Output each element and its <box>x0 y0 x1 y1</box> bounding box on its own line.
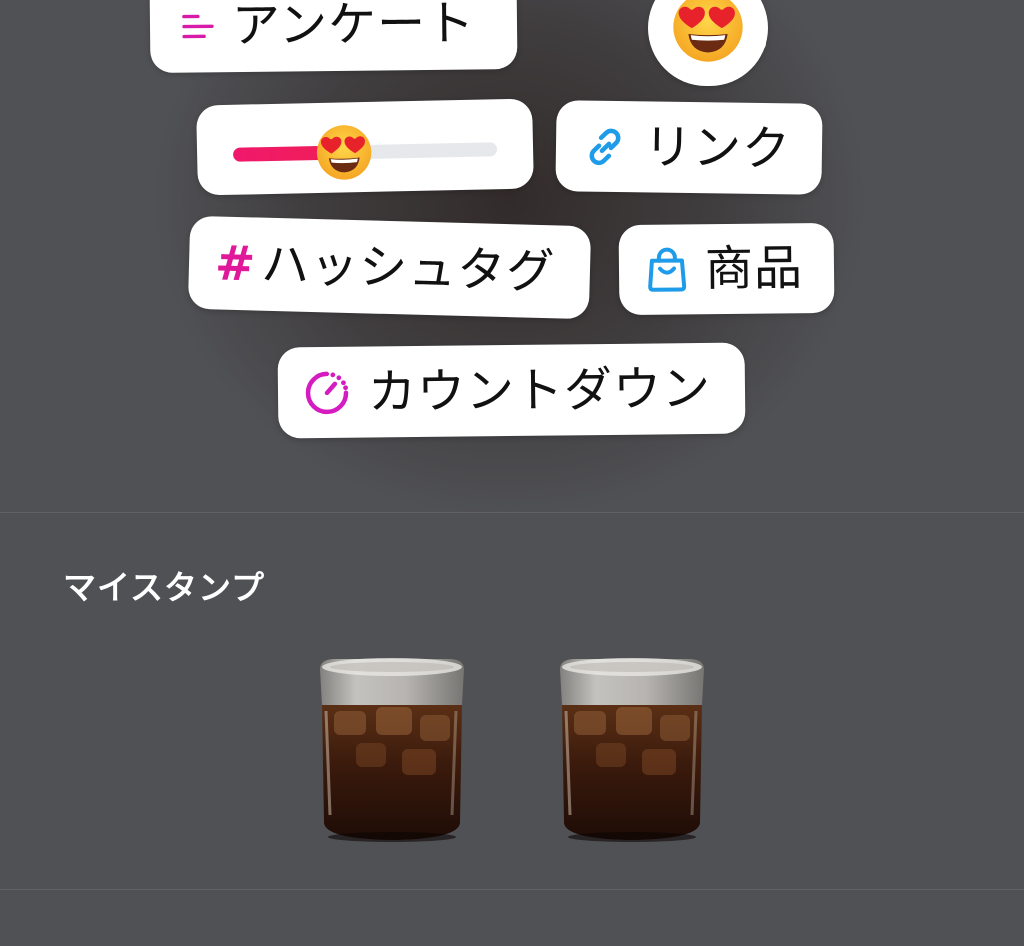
product-sticker[interactable]: 商品 <box>618 222 835 316</box>
shopping-bag-icon <box>645 246 689 292</box>
countdown-sticker[interactable]: カウントダウン <box>277 342 746 439</box>
heart-eyes-emoji-icon[interactable] <box>314 123 373 182</box>
section-divider <box>0 512 1024 513</box>
countdown-sticker-label: カウントダウン <box>367 360 712 421</box>
iced-coffee-glass-sticker[interactable] <box>556 655 708 845</box>
poll-lines-icon <box>180 8 216 44</box>
link-sticker[interactable]: リンク <box>555 100 823 195</box>
countdown-timer-icon <box>302 367 353 418</box>
my-stamps-heading: マイスタンプ <box>63 568 266 607</box>
hashtag-sticker[interactable]: # ハッシュタグ <box>187 215 592 320</box>
poll-sticker[interactable]: アンケート <box>149 0 518 73</box>
link-icon <box>582 123 629 170</box>
section-divider <box>0 889 1024 890</box>
emoji-slider-sticker[interactable] <box>196 98 534 196</box>
emoji-question-sticker[interactable] <box>648 0 768 86</box>
slider-track <box>232 142 498 162</box>
heart-eyes-emoji-icon <box>671 0 745 64</box>
product-sticker-label: 商品 <box>704 240 804 298</box>
hashtag-sticker-label: ハッシュタグ <box>260 236 556 300</box>
iced-coffee-glass-sticker[interactable] <box>316 655 468 845</box>
link-sticker-label: リンク <box>643 118 792 177</box>
poll-sticker-label: アンケート <box>231 0 476 54</box>
hash-icon: # <box>214 234 256 292</box>
